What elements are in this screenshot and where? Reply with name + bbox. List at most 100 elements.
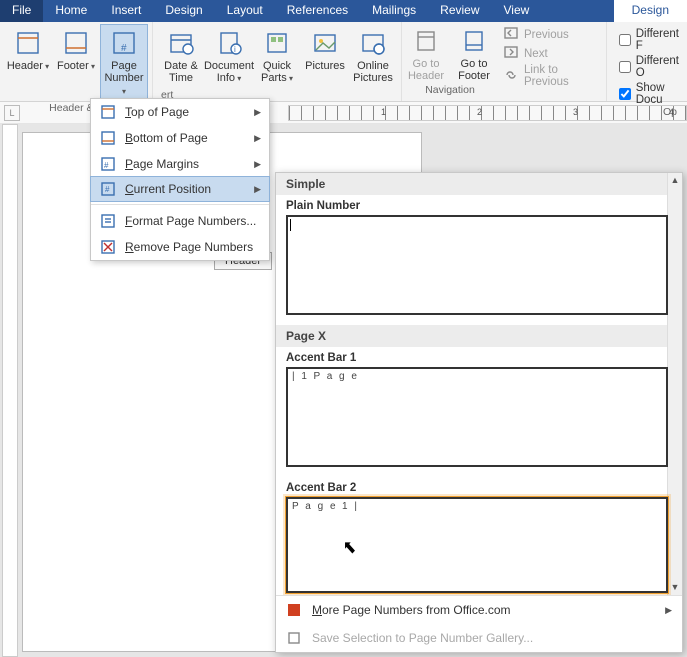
header-icon — [13, 28, 43, 58]
next-icon — [504, 45, 518, 62]
tab-view[interactable]: View — [492, 0, 542, 22]
scroll-up-icon[interactable]: ▲ — [668, 173, 682, 188]
text-cursor-icon — [290, 219, 291, 231]
show-doc-check[interactable]: Show Docu — [619, 82, 679, 106]
horizontal-ruler[interactable]: 1 2 3 4 — [288, 105, 687, 121]
save-to-gallery: Save Selection to Page Number Gallery... — [276, 624, 682, 652]
chevron-right-icon: ▶ — [254, 133, 261, 144]
diff-first-label: Different F — [636, 28, 679, 52]
group-options: Different F Different O Show Docu Op — [607, 22, 687, 101]
footer-icon — [61, 28, 91, 58]
diff-odd-label: Different O — [636, 55, 679, 79]
different-first-check[interactable]: Different F — [619, 28, 679, 52]
svg-text:#: # — [105, 185, 110, 194]
document-info-button[interactable]: i Document Info — [205, 24, 253, 89]
gallery-item-plain-preview[interactable] — [286, 215, 668, 315]
scroll-down-icon[interactable]: ▼ — [668, 580, 682, 595]
online-pictures-icon — [358, 28, 388, 58]
tab-selector[interactable]: L — [4, 105, 20, 121]
gallery-item-ab2-label: Accent Bar 2 — [276, 477, 682, 497]
ruler-mark-2: 2 — [477, 107, 482, 117]
group-navigation: Go to Header Go to Footer Navigation Pre… — [402, 22, 607, 101]
online-pictures-button[interactable]: Online Pictures — [349, 24, 397, 89]
pictures-button[interactable]: Pictures — [301, 24, 349, 89]
gallery-item-plain-label: Plain Number — [276, 195, 682, 215]
menu-separator — [91, 204, 269, 205]
menu-format-numbers[interactable]: Format Page Numbers... — [91, 208, 269, 234]
tab-tool-design[interactable]: Design — [614, 0, 687, 22]
different-odd-check[interactable]: Different O — [619, 55, 679, 79]
menu-page-margins[interactable]: # Page Margins ▶ — [91, 151, 269, 177]
header-label: Header — [7, 60, 49, 73]
format-icon — [99, 212, 117, 230]
previous-button[interactable]: Previous — [504, 26, 600, 43]
goto-footer-label: Go to Footer — [452, 58, 496, 82]
show-doc-label: Show Docu — [636, 82, 679, 106]
preview-text: | 1 P a g e — [292, 371, 359, 382]
quick-parts-button[interactable]: Quick Parts — [253, 24, 301, 89]
date-time-button[interactable]: Date & Time — [157, 24, 205, 89]
page-number-button[interactable]: # Page Number — [100, 24, 148, 102]
gallery-section-pagex: Page X — [276, 325, 682, 347]
gallery-item-ab1-preview[interactable]: | 1 P a g e — [286, 367, 668, 467]
bottom-page-icon — [99, 129, 117, 147]
more-from-office[interactable]: More Page Numbers from Office.com ▶ — [276, 596, 682, 624]
vertical-ruler[interactable] — [2, 124, 18, 657]
gallery-item-ab1-label: Accent Bar 1 — [276, 347, 682, 367]
tab-references[interactable]: References — [275, 0, 360, 22]
page-number-menu: Top of Page ▶ Bottom of Page ▶ # Page Ma… — [90, 98, 270, 261]
gallery-section-simple: Simple — [276, 173, 682, 195]
tab-home[interactable]: Home — [43, 0, 99, 22]
gallery-item-ab2-preview[interactable]: P a g e 1 | — [286, 497, 668, 593]
tab-design[interactable]: Design — [153, 0, 214, 22]
doc-info-icon: i — [214, 28, 244, 58]
menu-current-position[interactable]: # Current Position ▶ — [90, 176, 270, 202]
ruler-mark-1: 1 — [381, 107, 386, 117]
ruler-mark-3: 3 — [573, 107, 578, 117]
next-button[interactable]: Next — [504, 45, 600, 62]
tab-review[interactable]: Review — [428, 0, 491, 22]
date-time-label: Date & Time — [159, 60, 203, 84]
doc-info-label: Document Info — [204, 60, 254, 85]
quick-parts-icon — [262, 28, 292, 58]
goto-header-icon — [411, 26, 441, 56]
goto-header-label: Go to Header — [404, 58, 448, 82]
menu-current-label: Current Position — [125, 182, 211, 196]
menu-bottom-of-page[interactable]: Bottom of Page ▶ — [91, 125, 269, 151]
previous-label: Previous — [524, 29, 569, 41]
gallery-scrollbar[interactable]: ▲ ▼ — [667, 173, 682, 595]
goto-footer-button[interactable]: Go to Footer — [450, 22, 498, 86]
chevron-right-icon: ▶ — [254, 159, 261, 170]
more-label: More Page Numbers from Office.com — [312, 603, 511, 617]
remove-icon — [99, 238, 117, 256]
svg-text:#: # — [121, 43, 127, 54]
quick-parts-label: Quick Parts — [255, 60, 299, 85]
page-number-gallery: ▲ ▼ Simple Plain Number Page X Accent Ba… — [275, 172, 683, 653]
group-nav-label: Navigation — [402, 84, 498, 98]
pictures-label: Pictures — [305, 60, 345, 72]
tab-file[interactable]: File — [0, 0, 43, 22]
link-previous-button[interactable]: Link to Previous — [504, 64, 600, 88]
menu-remove-label: Remove Page Numbers — [125, 240, 253, 254]
header-button[interactable]: Header — [4, 24, 52, 102]
tab-layout[interactable]: Layout — [215, 0, 275, 22]
previous-icon — [504, 26, 518, 43]
goto-footer-icon — [459, 26, 489, 56]
menu-top-of-page[interactable]: Top of Page ▶ — [91, 99, 269, 125]
office-icon — [286, 602, 302, 618]
footer-button[interactable]: Footer — [52, 24, 100, 102]
svg-text:i: i — [234, 45, 236, 54]
chevron-right-icon: ▶ — [665, 605, 672, 616]
page-number-label: Page Number — [102, 60, 146, 98]
goto-header-button[interactable]: Go to Header — [402, 22, 450, 86]
online-pictures-label: Online Pictures — [351, 60, 395, 84]
margins-icon: # — [99, 155, 117, 173]
gallery-footer: More Page Numbers from Office.com ▶ Save… — [276, 595, 682, 652]
tab-mailings[interactable]: Mailings — [360, 0, 428, 22]
menu-top-label: Top of Page — [125, 105, 189, 119]
menu-remove-numbers[interactable]: Remove Page Numbers — [91, 234, 269, 260]
ruler-mark-4: 4 — [669, 107, 674, 117]
calendar-icon — [166, 28, 196, 58]
tab-insert[interactable]: Insert — [99, 0, 153, 22]
preview-text: P a g e 1 | — [292, 501, 359, 512]
